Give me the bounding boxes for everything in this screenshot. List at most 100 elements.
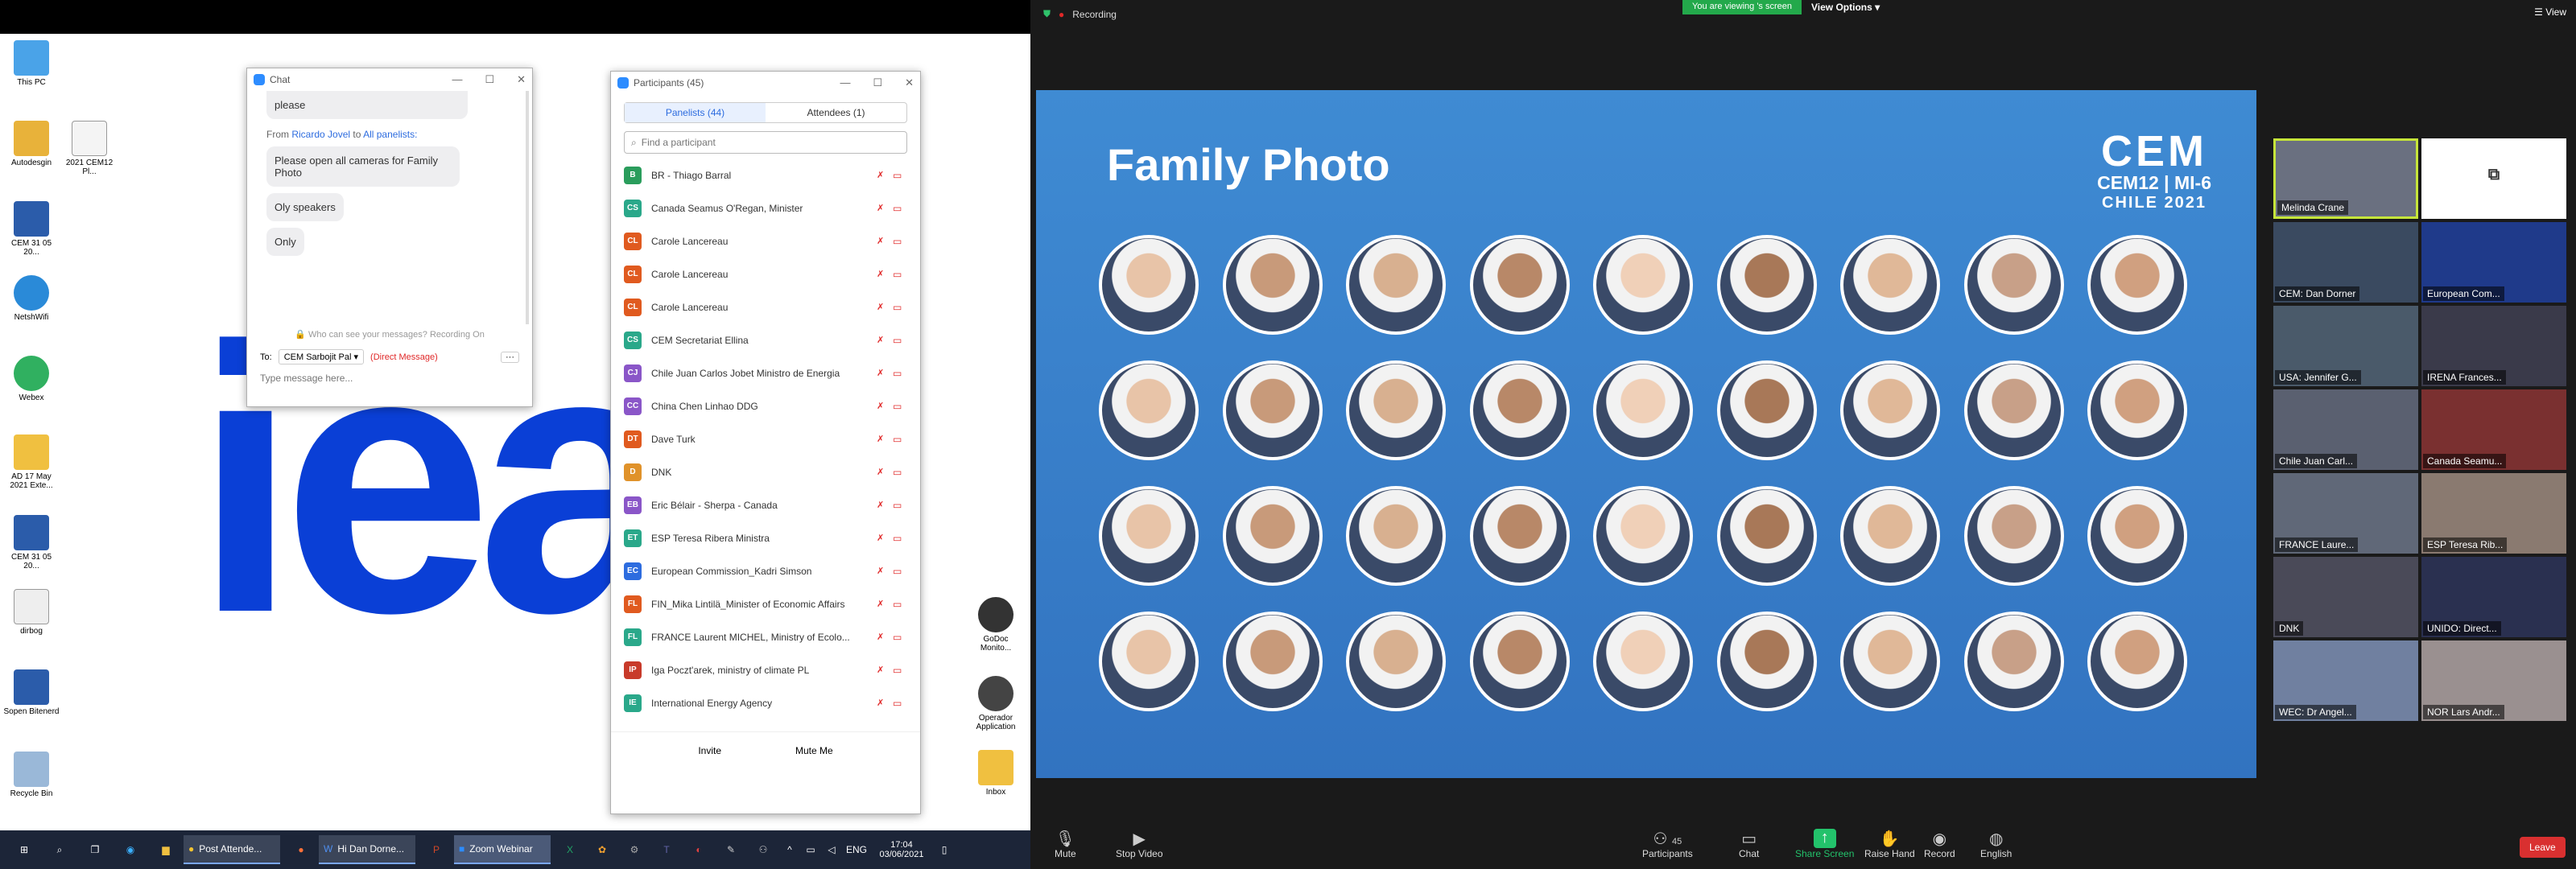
language-button[interactable]: ◍ English bbox=[1980, 829, 2012, 859]
windows-start-icon[interactable]: ⊞ bbox=[6, 835, 42, 864]
participant-video-tile[interactable]: CEM: Dan Dorner bbox=[2273, 222, 2418, 303]
minimize-icon[interactable]: — bbox=[840, 76, 850, 89]
leave-button[interactable]: Leave bbox=[2520, 837, 2566, 858]
powerpoint-icon[interactable]: P bbox=[419, 835, 454, 864]
microphone-muted-icon[interactable]: ✗ bbox=[877, 599, 890, 609]
close-icon[interactable]: ✕ bbox=[517, 73, 526, 86]
share-screen-button[interactable]: ↑ Share Screen bbox=[1795, 829, 1854, 859]
participant-video-tile[interactable]: FRANCE Laure... bbox=[2273, 473, 2418, 554]
record-button[interactable]: ◉ Record bbox=[1924, 829, 1955, 859]
privacy-note[interactable]: 🔒 Who can see your messages? Recording O… bbox=[247, 324, 532, 344]
taskbar-zoom[interactable]: ■ Zoom Webinar bbox=[454, 835, 551, 864]
view-options-button[interactable]: View Options ▾ bbox=[1811, 2, 1880, 13]
participant-video-tile[interactable]: USA: Jennifer G... bbox=[2273, 306, 2418, 386]
desktop-icon[interactable]: AD 17 May 2021 Exte... bbox=[3, 434, 60, 490]
participant-row[interactable]: CL Carole Lancereau ✗ ▭ bbox=[611, 224, 920, 257]
participant-row[interactable]: CS Canada Seamus O'Regan, Minister ✗ ▭ bbox=[611, 192, 920, 224]
participant-video-tile[interactable]: DNK bbox=[2273, 557, 2418, 637]
video-off-icon[interactable]: ▭ bbox=[893, 335, 907, 346]
microphone-muted-icon[interactable]: ✗ bbox=[877, 500, 890, 510]
view-button[interactable]: ☰ View bbox=[2534, 6, 2566, 18]
participant-row[interactable]: D DNK ✗ ▭ bbox=[611, 455, 920, 488]
video-off-icon[interactable]: ▭ bbox=[893, 368, 907, 379]
participant-row[interactable]: CS CEM Secretariat Ellina ✗ ▭ bbox=[611, 323, 920, 356]
video-off-icon[interactable]: ▭ bbox=[893, 269, 907, 280]
participant-row[interactable]: CC China Chen Linhao DDG ✗ ▭ bbox=[611, 389, 920, 422]
desktop-icon[interactable]: 2021 CEM12 Pl... bbox=[61, 121, 118, 176]
chat-input[interactable] bbox=[247, 369, 532, 387]
participant-row[interactable]: IP Iga Poczt'arek, ministry of climate PL… bbox=[611, 653, 920, 686]
participant-row[interactable]: EC European Commission_Kadri Simson ✗ ▭ bbox=[611, 554, 920, 587]
microphone-muted-icon[interactable]: ✗ bbox=[877, 566, 890, 576]
video-off-icon[interactable]: ▭ bbox=[893, 500, 907, 511]
desktop-icon[interactable]: NetshWifi bbox=[3, 275, 60, 322]
video-off-icon[interactable]: ▭ bbox=[893, 632, 907, 643]
taskbar-chrome[interactable]: ● Post Attende... bbox=[184, 835, 280, 864]
microphone-muted-icon[interactable]: ✗ bbox=[877, 401, 890, 411]
desktop-icon[interactable]: Autodesgin bbox=[3, 121, 60, 167]
firefox-icon[interactable]: ● bbox=[283, 835, 319, 864]
microphone-muted-icon[interactable]: ✗ bbox=[877, 434, 890, 444]
video-off-icon[interactable]: ▭ bbox=[893, 401, 907, 412]
video-off-icon[interactable]: ▭ bbox=[893, 170, 907, 181]
microphone-muted-icon[interactable]: ✗ bbox=[877, 170, 890, 180]
video-off-icon[interactable]: ▭ bbox=[893, 467, 907, 478]
participants-titlebar[interactable]: Participants (45) — ☐ ✕ bbox=[611, 72, 920, 94]
clock[interactable]: 17:04 03/06/2021 bbox=[871, 835, 932, 864]
desktop-icon[interactable]: Inbox bbox=[968, 750, 1024, 797]
more-options-icon[interactable]: ··· bbox=[501, 351, 519, 363]
desktop-icon[interactable]: dirbog bbox=[3, 589, 60, 636]
participant-video-tile[interactable]: ⧉ bbox=[2421, 138, 2566, 219]
microphone-muted-icon[interactable]: ✗ bbox=[877, 698, 890, 708]
participant-search-input[interactable] bbox=[641, 137, 883, 148]
participant-video-tile[interactable]: IRENA Frances... bbox=[2421, 306, 2566, 386]
people-icon[interactable]: ⚇ bbox=[747, 835, 779, 864]
desktop-icon-word-doc[interactable]: Sopen Bitenerd bbox=[3, 669, 60, 716]
desktop-icon-this-pc[interactable]: This PC bbox=[3, 40, 60, 87]
video-off-icon[interactable]: ▭ bbox=[893, 203, 907, 214]
participant-row[interactable]: FL FRANCE Laurent MICHEL, Ministry of Eco… bbox=[611, 620, 920, 653]
maximize-icon[interactable]: ☐ bbox=[485, 73, 494, 86]
participant-row[interactable]: CJ Chile Juan Carlos Jobet Ministro de En… bbox=[611, 356, 920, 389]
participant-list[interactable]: B BR - Thiago Barral ✗ ▭ CS Canada Seamus O'R… bbox=[611, 159, 920, 731]
app-icon[interactable]: ✿ bbox=[586, 835, 618, 864]
tab-attendees[interactable]: Attendees (1) bbox=[766, 103, 906, 122]
taskbar-word[interactable]: W Hi Dan Dorne... bbox=[319, 835, 415, 864]
video-off-icon[interactable]: ▭ bbox=[893, 665, 907, 676]
desktop-icon[interactable]: GoDoc Monito... bbox=[968, 597, 1024, 653]
settings-icon[interactable]: ⚙ bbox=[618, 835, 650, 864]
mute-me-button[interactable]: Mute Me bbox=[795, 745, 833, 756]
participant-row[interactable]: IE International Energy Agency ✗ ▭ bbox=[611, 686, 920, 719]
participant-video-tile[interactable]: WEC: Dr Angel... bbox=[2273, 640, 2418, 721]
participant-video-tile[interactable]: European Com... bbox=[2421, 222, 2566, 303]
participant-video-tile[interactable]: Canada Seamu... bbox=[2421, 389, 2566, 470]
stop-video-button[interactable]: ▶ Stop Video bbox=[1116, 829, 1163, 859]
recipient-dropdown[interactable]: CEM Sarbojit Pal ▾ bbox=[278, 349, 365, 364]
chat-messages[interactable]: please From Ricardo Jovel to All panelis… bbox=[247, 91, 532, 324]
search-icon[interactable]: ⌕ bbox=[42, 835, 77, 864]
microphone-muted-icon[interactable]: ✗ bbox=[877, 632, 890, 642]
participant-video-tile[interactable]: UNIDO: Direct... bbox=[2421, 557, 2566, 637]
volume-icon[interactable]: ◁ bbox=[821, 835, 842, 864]
desktop-icon-word-doc[interactable]: CEM 31 05 20... bbox=[3, 201, 60, 257]
file-explorer-icon[interactable]: ▆ bbox=[148, 835, 184, 864]
chevron-up-icon[interactable]: ^ bbox=[779, 835, 800, 864]
microphone-muted-icon[interactable]: ✗ bbox=[877, 335, 890, 345]
desktop-icon[interactable]: Operador Application bbox=[968, 676, 1024, 731]
participant-row[interactable]: DT Dave Turk ✗ ▭ bbox=[611, 422, 920, 455]
desktop-icon-word-doc[interactable]: CEM 31 05 20... bbox=[3, 515, 60, 570]
participant-video-tile[interactable]: NOR Lars Andr... bbox=[2421, 640, 2566, 721]
excel-icon[interactable]: X bbox=[554, 835, 586, 864]
edge-icon[interactable]: ◉ bbox=[113, 835, 148, 864]
network-icon[interactable]: ▭ bbox=[800, 835, 821, 864]
participant-video-tile[interactable]: ESP Teresa Rib... bbox=[2421, 473, 2566, 554]
video-off-icon[interactable]: ▭ bbox=[893, 599, 907, 610]
video-off-icon[interactable]: ▭ bbox=[893, 236, 907, 247]
participant-row[interactable]: B BR - Thiago Barral ✗ ▭ bbox=[611, 159, 920, 192]
scrollbar[interactable] bbox=[526, 91, 529, 324]
participants-button[interactable]: ⚇ 45 Participants bbox=[1642, 829, 1693, 859]
desktop-icon-webex[interactable]: Webex bbox=[3, 356, 60, 402]
video-off-icon[interactable]: ▭ bbox=[893, 533, 907, 544]
microphone-muted-icon[interactable]: ✗ bbox=[877, 665, 890, 675]
language-indicator[interactable]: ENG bbox=[842, 835, 871, 864]
